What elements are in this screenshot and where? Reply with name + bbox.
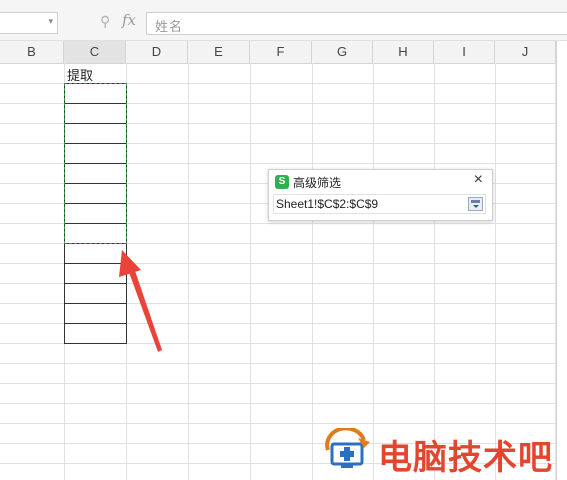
watermark-text: 电脑技术吧 <box>378 438 553 478</box>
advanced-filter-dialog: S 高级筛选 × Sheet1!$C$2:$C$9 <box>268 169 493 221</box>
column-header-g[interactable]: G <box>312 41 373 63</box>
zoom-icon[interactable]: ⚲ <box>100 13 110 30</box>
cell-c11[interactable] <box>64 263 127 284</box>
wps-app-icon: S <box>275 175 289 189</box>
function-icon[interactable]: fx <box>122 11 136 29</box>
close-icon[interactable]: × <box>474 171 483 189</box>
selection-marquee <box>64 83 127 244</box>
dialog-title: 高级筛选 <box>293 176 342 190</box>
column-header-c[interactable]: C <box>64 41 126 63</box>
column-header-e[interactable]: E <box>188 41 250 63</box>
range-reference-value: Sheet1!$C$2:$C$9 <box>276 197 379 211</box>
cell-c13[interactable] <box>64 303 127 324</box>
cell-c14[interactable] <box>64 323 127 344</box>
vertical-scrollbar[interactable] <box>556 41 567 480</box>
watermark: 电脑技术吧 <box>320 426 565 478</box>
collapse-dialog-icon[interactable] <box>468 197 483 211</box>
column-header-d[interactable]: D <box>126 41 188 63</box>
formula-input[interactable]: 姓名 <box>146 12 567 35</box>
watermark-logo-icon <box>325 426 370 468</box>
cell-c12[interactable] <box>64 283 127 304</box>
formula-bar: ▾ ⚲ fx 姓名 <box>0 0 567 41</box>
range-reference-input[interactable]: Sheet1!$C$2:$C$9 <box>273 194 486 214</box>
column-headers: B C D E F G H I J <box>0 41 567 64</box>
column-header-f[interactable]: F <box>250 41 312 63</box>
column-header-h[interactable]: H <box>373 41 434 63</box>
column-header-i[interactable]: I <box>434 41 495 63</box>
name-box[interactable]: ▾ <box>0 12 58 34</box>
column-header-b[interactable]: B <box>0 41 64 63</box>
cell-c10[interactable] <box>64 243 127 264</box>
formula-value: 姓名 <box>155 19 184 34</box>
column-header-j[interactable]: J <box>495 41 556 63</box>
cell-c1[interactable]: 提取 <box>67 65 93 84</box>
dialog-titlebar[interactable]: S 高级筛选 × <box>269 170 492 193</box>
chevron-down-icon[interactable]: ▾ <box>48 16 53 27</box>
